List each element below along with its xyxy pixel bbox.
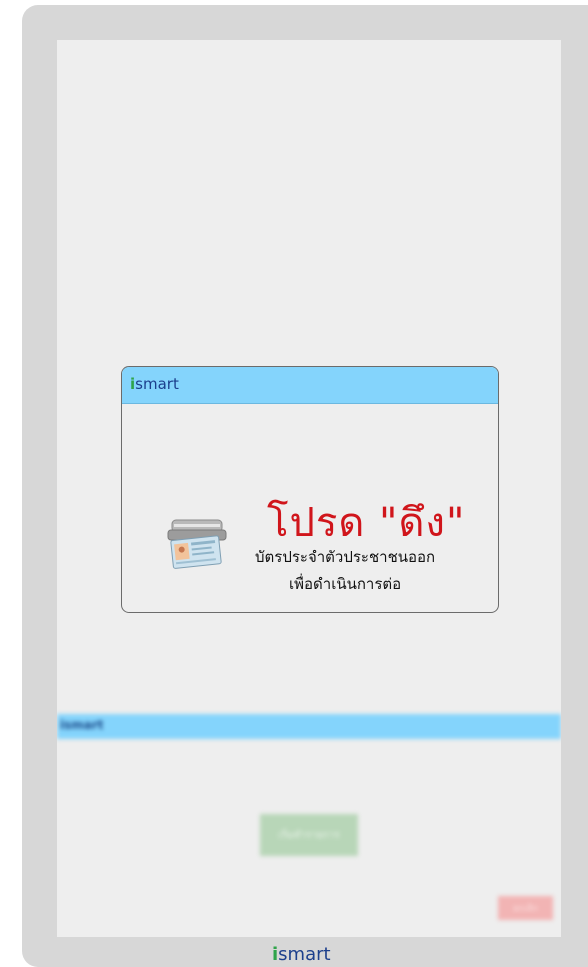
- footer-logo: ismart: [272, 944, 331, 965]
- footer-logo-text: smart: [278, 944, 331, 965]
- card-reader-icon: [167, 519, 227, 569]
- start-transaction-button: เริ่มทำรายการ: [260, 814, 358, 856]
- cancel-button: ยกเลิก: [498, 896, 553, 920]
- dialog-logo-text: smart: [135, 375, 179, 393]
- background-header-bar: ismart: [57, 714, 561, 739]
- dialog-header: ismart: [122, 367, 498, 404]
- background-logo: ismart: [60, 718, 104, 732]
- background-logo-text: smart: [64, 718, 104, 732]
- dialog-message-line1: บัตรประจำตัวประชาชนออก: [255, 548, 436, 566]
- dialog-message-line2: เพื่อดำเนินการต่อ: [289, 575, 402, 593]
- remove-card-dialog: ismart โปรด "ดึง" บัตรประจำตัวประชาชนออก…: [121, 366, 499, 613]
- dialog-body: โปรด "ดึง" บัตรประจำตัวประชาชนออก เพื่อด…: [122, 404, 498, 612]
- dialog-logo: ismart: [130, 375, 179, 393]
